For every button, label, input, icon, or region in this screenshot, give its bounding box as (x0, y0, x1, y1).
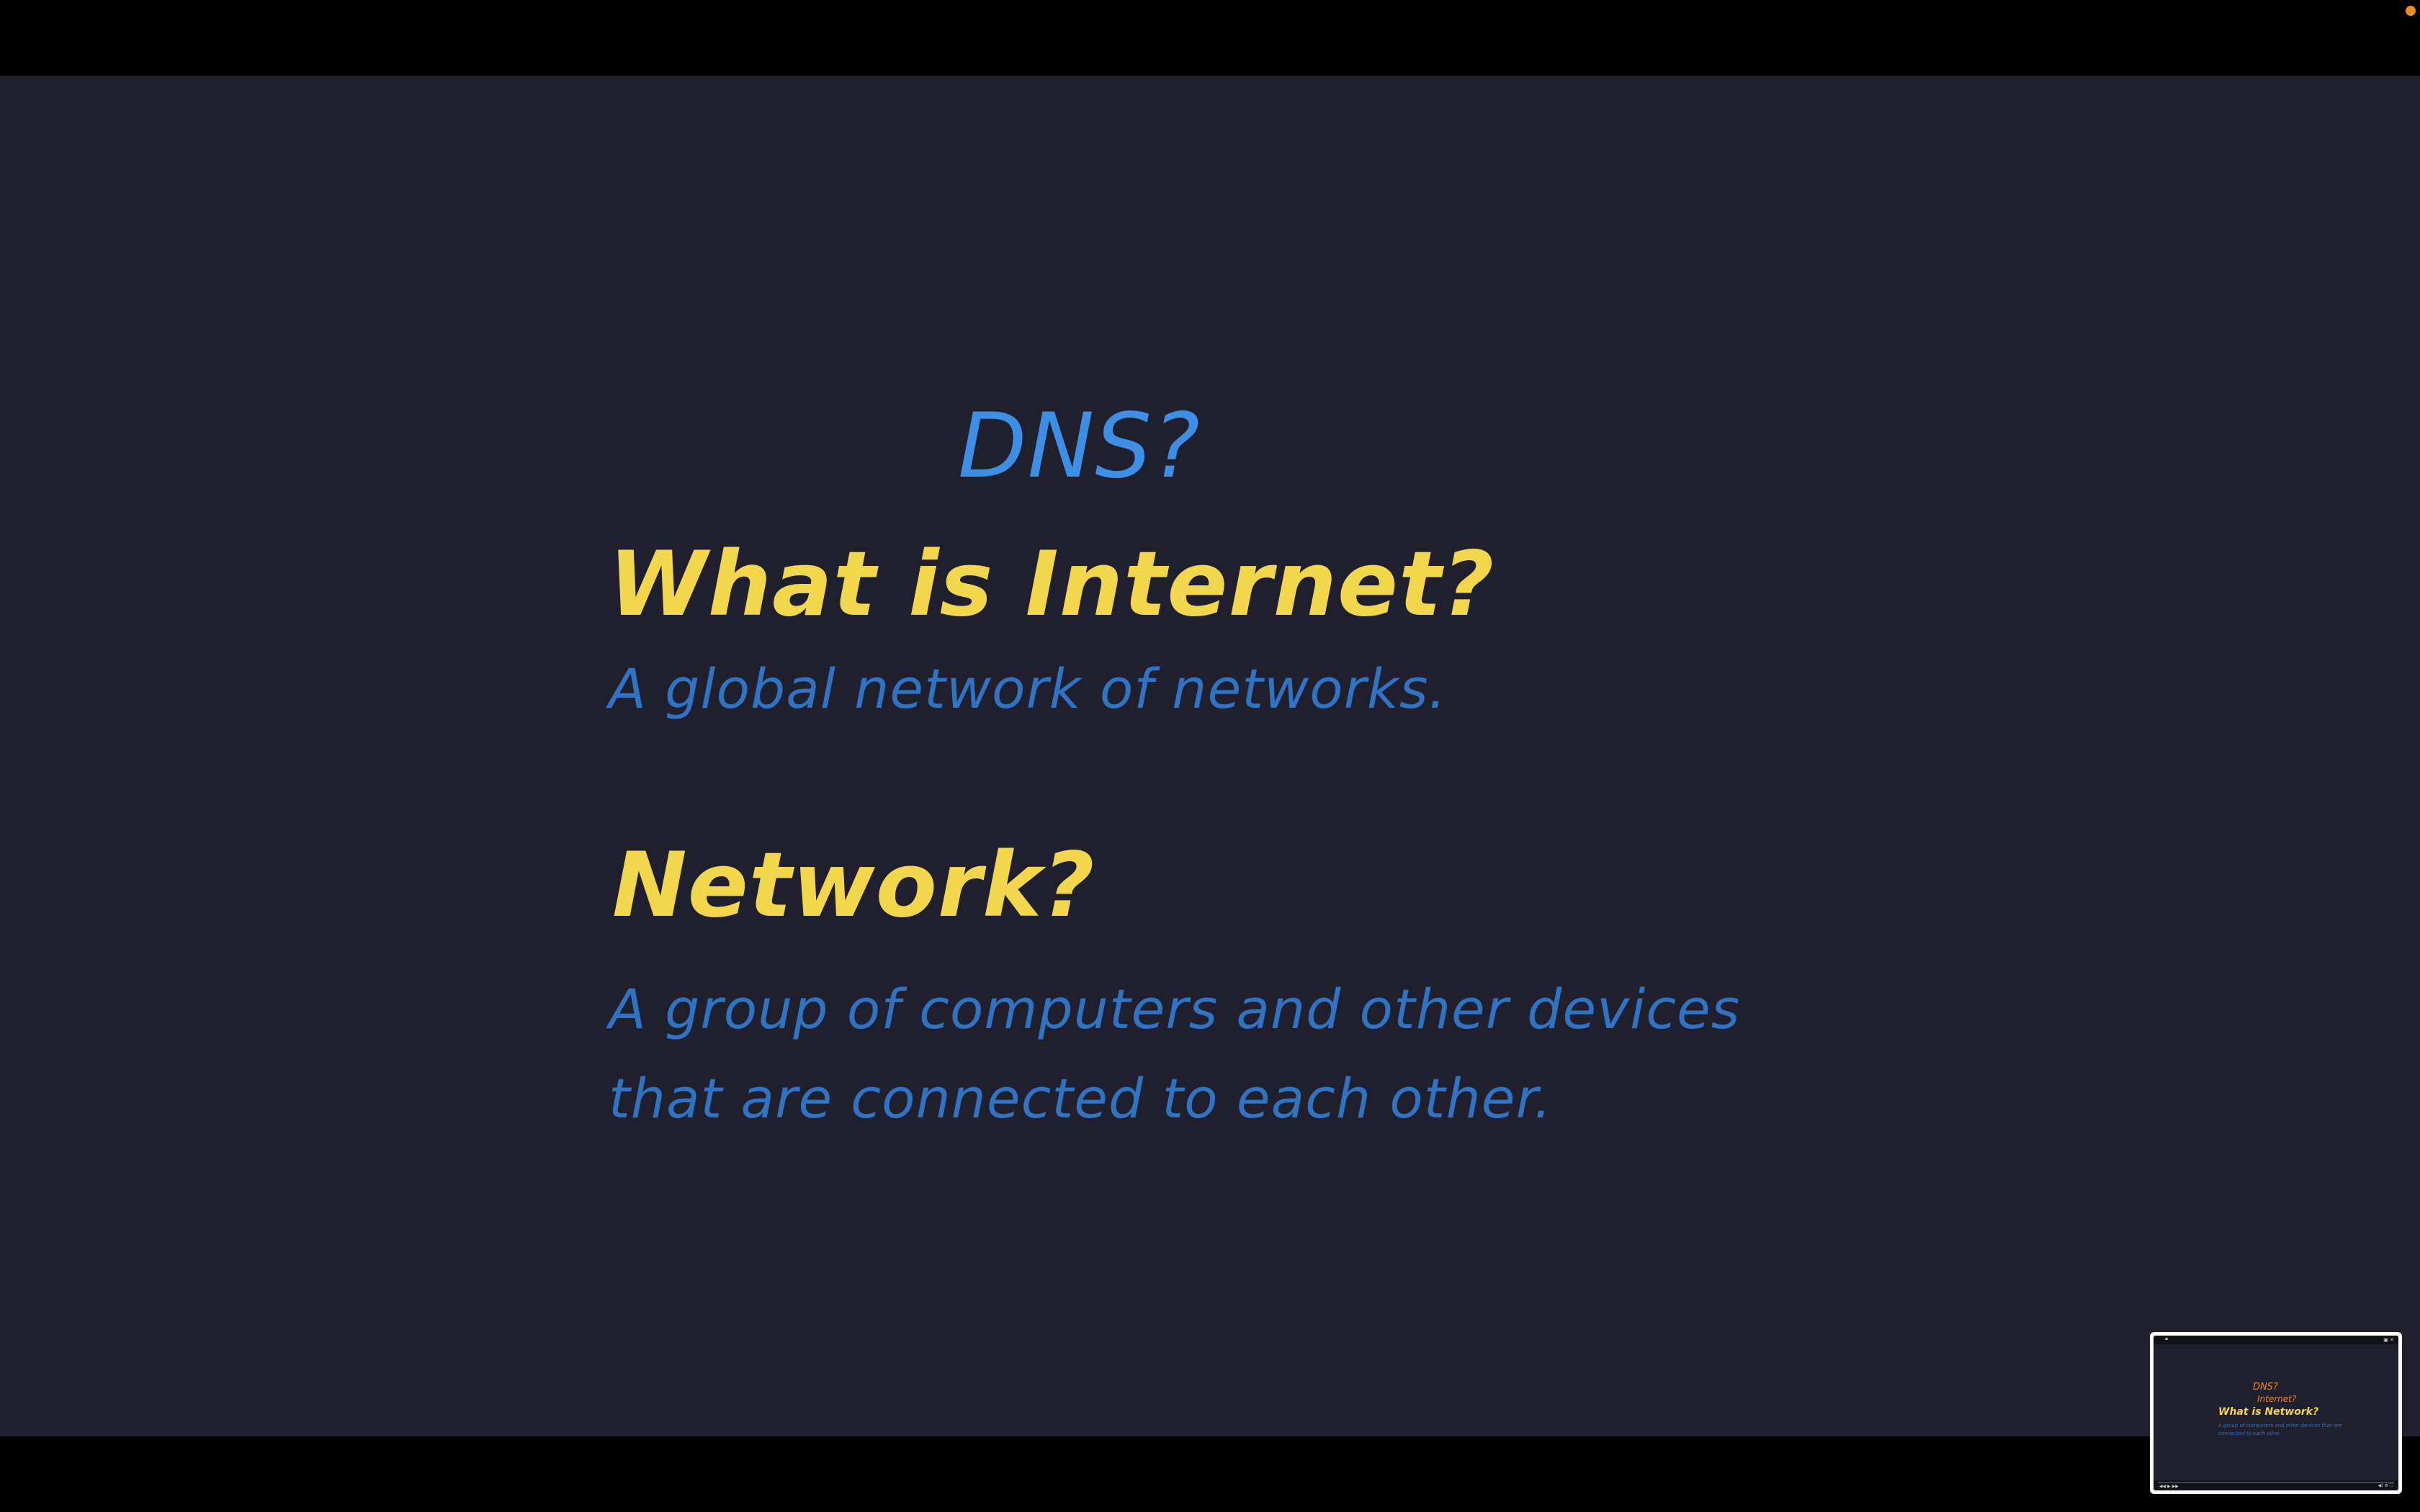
pip-titlebar[interactable]: ▪ ▣ ✕ (2154, 1336, 2398, 1344)
answer-network: A group of computers and other devices t… (609, 977, 1741, 1130)
pip-question-heading: What is Network? (2218, 1406, 2319, 1418)
player-settings-icon[interactable]: ◀) ⚙ ⛶ (2378, 1483, 2393, 1489)
pip-slide-title: DNS? (2253, 1382, 2278, 1392)
top-letterbox-bar (0, 0, 2420, 76)
slide-title: DNS? (958, 395, 1201, 498)
app-icon: ▪ (2165, 1336, 2169, 1341)
slide-stage (0, 76, 2420, 1436)
picture-in-picture-preview[interactable]: ▪ ▣ ✕ DNS? Internet? What is Network? A … (2150, 1332, 2402, 1494)
pip-video-frame[interactable]: ▪ ▣ ✕ DNS? Internet? What is Network? A … (2154, 1336, 2398, 1490)
bottom-letterbox-bar (0, 1436, 2420, 1512)
pip-player-controls[interactable]: ◀◀ ▶ ▶▶ ◀) ⚙ ⛶ (2154, 1480, 2398, 1490)
playback-controls-icon[interactable]: ◀◀ ▶ ▶▶ (2159, 1484, 2179, 1489)
recording-indicator-icon (2406, 6, 2416, 16)
answer-internet: A global network of networks. (609, 657, 1447, 721)
pip-slide-subtitle: Internet? (2257, 1394, 2297, 1404)
question-heading-network: Network? (612, 834, 1095, 937)
pip-answer-text: A group of computers and other devices t… (2218, 1423, 2342, 1436)
question-heading-internet: What is Internet? (609, 533, 1495, 636)
window-controls-icon[interactable]: ▣ ✕ (2383, 1337, 2394, 1343)
pip-progress-bar[interactable] (2158, 1482, 2394, 1483)
